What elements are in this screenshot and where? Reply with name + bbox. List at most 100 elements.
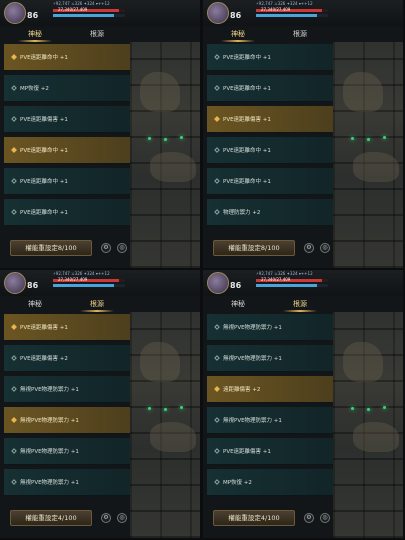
ability-row[interactable]: PVE遠距離命中 +1 [4, 137, 130, 164]
reset-ability-button[interactable]: 權能重設定4/100 [10, 510, 92, 526]
stone-wall-background [333, 312, 403, 538]
ability-row[interactable]: 無視PVE物理防禦力 +1 [4, 407, 130, 434]
diamond-icon [214, 386, 220, 392]
circle-icon[interactable]: ◎ [320, 243, 330, 253]
reset-ability-button[interactable]: 權能重設定4/100 [213, 510, 295, 526]
character-header: 86 ⚡92,747 ⚔326 ✦324 ▾++12 27,340/27,409 [203, 270, 403, 296]
level-text: 86 [230, 11, 242, 20]
ability-list: 無視PVE物理防禦力 +1 無視PVE物理防禦力 +1 遠距離傷害 +2 無視PVE物… [207, 314, 333, 504]
panel-1: 86 ⚡92,747 ⚔326 ✦324 ▾++12 27,340/27,409… [0, 0, 200, 268]
gear-icon[interactable]: ⚙ [304, 513, 314, 523]
ability-row[interactable]: 遠距離傷害 +2 [207, 376, 333, 403]
ability-label: 無視PVE物理防禦力 +1 [223, 325, 282, 331]
ability-row[interactable]: 無視PVE物理防禦力 +1 [4, 469, 130, 496]
ability-row[interactable]: PVE遠距離傷害 +1 [4, 314, 130, 341]
character-header: 86 ⚡92,747 ⚔326 ✦324 ▾++12 27,340/27,409 [0, 270, 200, 296]
ability-row[interactable]: 無視PVE物理防禦力 +1 [207, 407, 333, 434]
ability-label: PVE遠距離傷害 +1 [223, 449, 271, 455]
tab-origin[interactable]: 根源 [72, 27, 122, 41]
ability-row[interactable]: MP恢復 +2 [207, 469, 333, 496]
ability-row[interactable]: PVE遠距離命中 +1 [4, 168, 130, 195]
ability-label: PVE遠距離命中 +1 [223, 148, 271, 154]
character-header: 86 ⚡92,747 ⚔326 ✦324 ▾++12 27,340/27,409 [0, 0, 200, 26]
avatar[interactable] [207, 2, 229, 24]
stone-wall-background [130, 312, 200, 538]
tab-bar: 神秘 根源 [0, 27, 130, 42]
ability-row[interactable]: PVE遠距離命中 +1 [207, 137, 333, 164]
diamond-icon [214, 448, 220, 454]
ability-label: PVE遠距離命中 +1 [223, 179, 271, 185]
ability-row[interactable]: PVE遠距離傷害 +2 [4, 345, 130, 372]
ability-row[interactable]: PVE遠距離命中 +1 [207, 168, 333, 195]
gear-icon[interactable]: ⚙ [101, 513, 111, 523]
avatar[interactable] [4, 272, 26, 294]
diamond-icon [214, 479, 220, 485]
ability-label: 遠距離傷害 +2 [223, 387, 261, 393]
tab-origin[interactable]: 根源 [72, 297, 122, 312]
ability-list: PVE遠距離命中 +1 MP恢復 +2 PVE遠距離傷害 +1 PVE遠距離命中 +1… [4, 44, 130, 234]
circle-icon[interactable]: ◎ [320, 513, 330, 523]
mp-bar [256, 14, 328, 17]
ability-row[interactable]: PVE遠距離傷害 +1 [4, 106, 130, 133]
ability-row[interactable]: PVE遠距離命中 +1 [207, 44, 333, 71]
ability-row[interactable]: PVE遠距離傷害 +1 [207, 106, 333, 133]
ability-row[interactable]: 無視PVE物理防禦力 +1 [4, 438, 130, 465]
stats-line: ⚡92,747 ⚔326 ✦324 ▾++12 [53, 271, 110, 276]
tab-mystic[interactable]: 神秘 [213, 297, 263, 311]
tab-origin[interactable]: 根源 [275, 297, 325, 312]
tab-mystic[interactable]: 神秘 [10, 297, 60, 311]
tab-origin[interactable]: 根源 [275, 27, 325, 41]
ability-row[interactable]: 無視PVE物理防禦力 +1 [207, 345, 333, 372]
circle-icon[interactable]: ◎ [117, 243, 127, 253]
ability-list: PVE遠距離傷害 +1 PVE遠距離傷害 +2 無視PVE物理防禦力 +1 無視PVE… [4, 314, 130, 504]
hp-text: 27,340/27,409 [261, 7, 291, 12]
ability-row[interactable]: PVE遠距離命中 +1 [4, 44, 130, 71]
level-text: 86 [27, 281, 39, 290]
ability-label: 無視PVE物理防禦力 +1 [20, 449, 79, 455]
stats-line: ⚡92,747 ⚔326 ✦324 ▾++12 [256, 1, 313, 6]
diamond-icon [11, 178, 17, 184]
mp-bar [256, 284, 328, 287]
diamond-icon [11, 324, 17, 330]
ability-row[interactable]: PVE遠距離命中 +1 [4, 199, 130, 226]
tab-bar: 神秘 根源 [203, 297, 333, 312]
diamond-icon [214, 54, 220, 60]
ability-label: PVE遠距離命中 +1 [20, 148, 68, 154]
tab-bar: 神秘 根源 [0, 297, 130, 312]
avatar[interactable] [4, 2, 26, 24]
ability-row[interactable]: MP恢復 +2 [4, 75, 130, 102]
diamond-icon [11, 417, 17, 423]
tab-bar: 神秘 根源 [203, 27, 333, 42]
ability-label: PVE遠距離命中 +1 [20, 210, 68, 216]
reset-ability-button[interactable]: 權能重設定8/100 [10, 240, 92, 256]
tab-mystic[interactable]: 神秘 [213, 27, 263, 42]
avatar[interactable] [207, 272, 229, 294]
reset-ability-button[interactable]: 權能重設定8/100 [213, 240, 295, 256]
diamond-icon [11, 479, 17, 485]
panel-2: 86 ⚡92,747 ⚔326 ✦324 ▾++12 27,340/27,409… [203, 0, 403, 268]
hp-text: 27,340/27,409 [58, 277, 88, 282]
ability-label: 無視PVE物理防禦力 +1 [223, 356, 282, 362]
ability-list: PVE遠距離命中 +1 PVE遠距離命中 +1 PVE遠距離傷害 +1 PVE遠距離命… [207, 44, 333, 234]
gear-icon[interactable]: ⚙ [304, 243, 314, 253]
ability-row[interactable]: 物理防禦力 +2 [207, 199, 333, 226]
tab-mystic[interactable]: 神秘 [10, 27, 60, 42]
ability-label: PVE遠距離命中 +1 [223, 86, 271, 92]
ability-row[interactable]: PVE遠距離命中 +1 [207, 75, 333, 102]
ability-label: 無視PVE物理防禦力 +1 [20, 480, 79, 486]
gear-icon[interactable]: ⚙ [101, 243, 111, 253]
ability-row[interactable]: 無視PVE物理防禦力 +1 [4, 376, 130, 403]
hp-text: 27,340/27,409 [261, 277, 291, 282]
ability-label: PVE遠距離命中 +1 [20, 179, 68, 185]
diamond-icon [214, 178, 220, 184]
diamond-icon [11, 85, 17, 91]
ability-row[interactable]: 無視PVE物理防禦力 +1 [207, 314, 333, 341]
level-text: 86 [27, 11, 39, 20]
ability-label: 無視PVE物理防禦力 +1 [20, 387, 79, 393]
ability-row[interactable]: PVE遠距離傷害 +1 [207, 438, 333, 465]
diamond-icon [214, 116, 220, 122]
character-header: 86 ⚡92,747 ⚔326 ✦324 ▾++12 27,340/27,409 [203, 0, 403, 26]
diamond-icon [11, 209, 17, 215]
diamond-icon [214, 417, 220, 423]
circle-icon[interactable]: ◎ [117, 513, 127, 523]
